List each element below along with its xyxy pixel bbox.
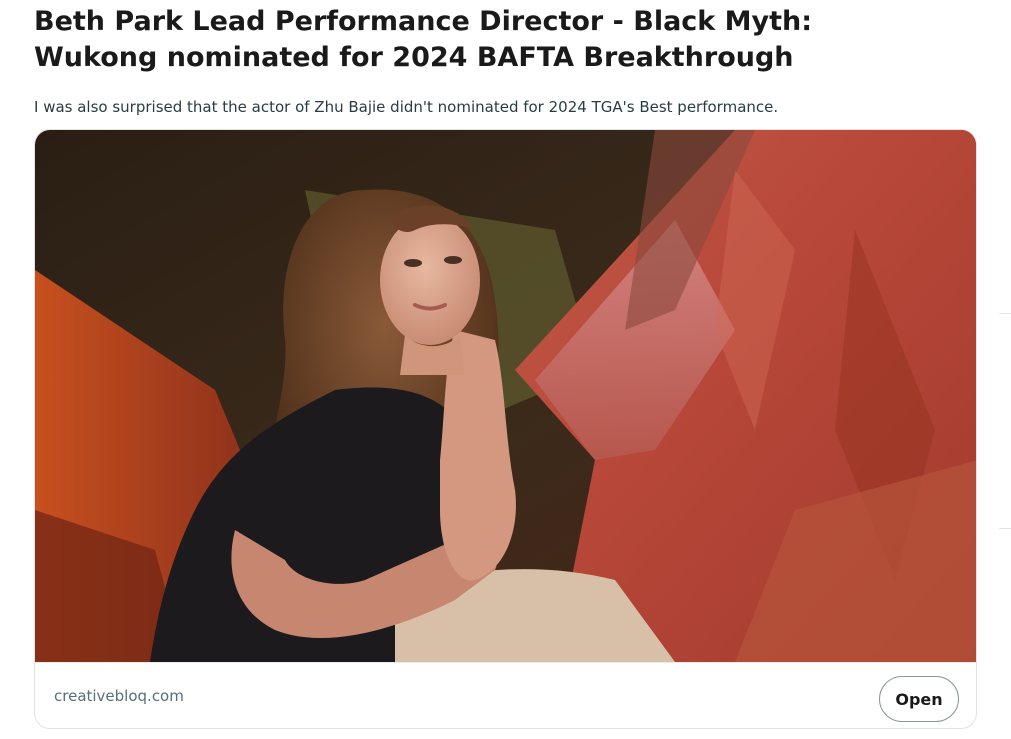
post-container: Beth Park Lead Performance Director - Bl… [0, 0, 1011, 739]
link-preview-card[interactable]: creativebloq.com Open [34, 129, 977, 729]
link-domain[interactable]: creativebloq.com [54, 687, 184, 705]
sidebar-divider [999, 313, 1011, 314]
link-card-footer: creativebloq.com Open [35, 662, 976, 728]
post-title[interactable]: Beth Park Lead Performance Director - Bl… [34, 4, 934, 76]
sidebar-divider [999, 528, 1011, 529]
link-thumbnail-image[interactable] [35, 130, 977, 662]
post-body-text: I was also surprised that the actor of Z… [34, 98, 779, 116]
open-link-button[interactable]: Open [879, 676, 959, 722]
